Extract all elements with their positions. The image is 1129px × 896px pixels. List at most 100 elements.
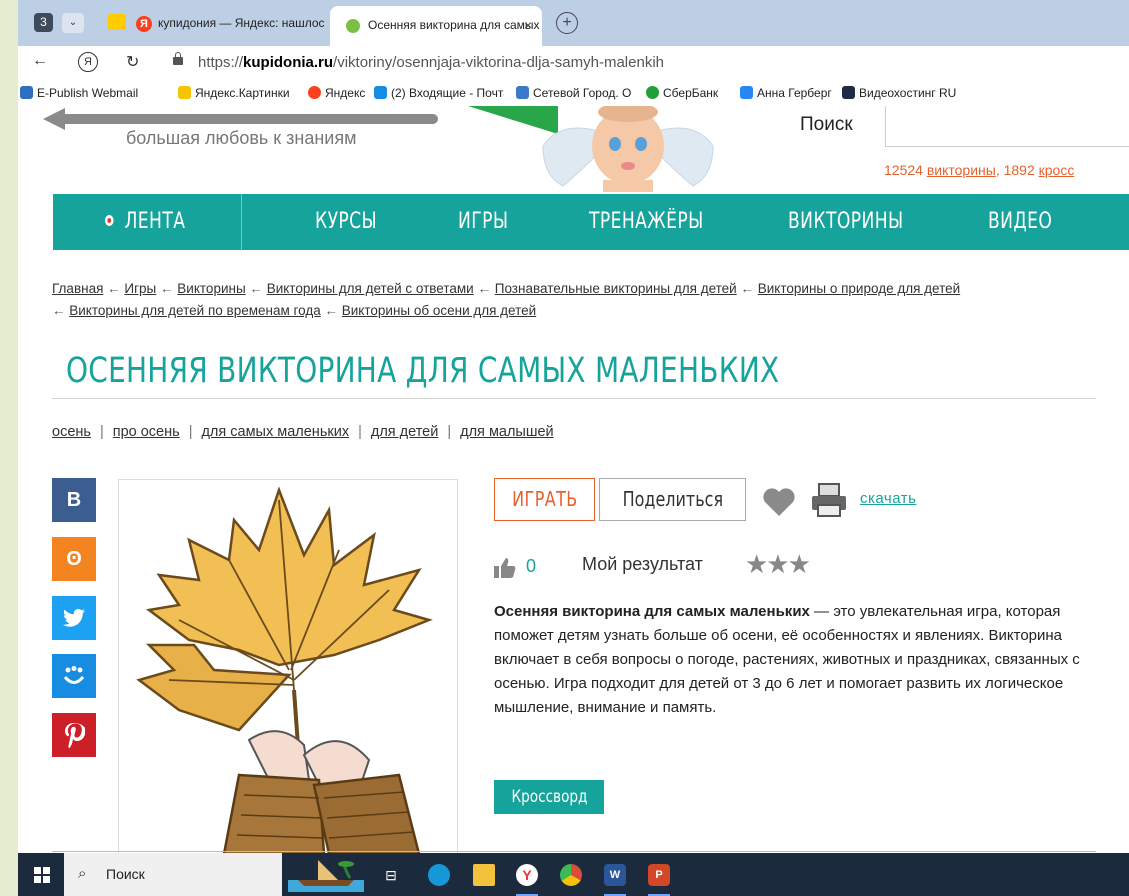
share-pinterest-button[interactable]: [52, 713, 96, 757]
site-favicon-icon: [346, 18, 360, 33]
breadcrumb-nature[interactable]: Викторины о природе для детей: [758, 281, 960, 296]
back-arrow-icon[interactable]: ←: [32, 52, 48, 70]
result-stars: ★★★: [745, 549, 811, 579]
share-odnoklassniki-button[interactable]: ʘ: [52, 537, 96, 581]
breadcrumb-educational[interactable]: Познавательные викторины для детей: [495, 281, 737, 296]
url-field[interactable]: https://kupidonia.ru/viktoriny/osennjaja…: [198, 54, 664, 71]
my-result-label: Мой результат: [582, 554, 703, 574]
breadcrumb-games[interactable]: Игры: [124, 281, 156, 296]
close-tab-icon[interactable]: ×: [524, 6, 532, 44]
menu-item-quizzes[interactable]: ВИКТОРИНЫ: [788, 194, 904, 250]
windows-taskbar: ⌕ Поиск ⊟ Y W P: [18, 853, 1129, 896]
menu-item-trainers[interactable]: ТРЕНАЖЁРЫ: [589, 194, 704, 250]
print-icon[interactable]: [810, 483, 848, 517]
breadcrumb-autumn[interactable]: Викторины об осени для детей: [342, 303, 536, 318]
record-dot-icon: [105, 215, 114, 226]
stats-quizzes-link[interactable]: викторины: [927, 162, 996, 178]
windows-start-icon[interactable]: [34, 867, 50, 883]
share-button[interactable]: Поделиться: [599, 478, 746, 521]
screen: 3 ⌄ Якупидония — Яндекс: нашлось Осенняя…: [18, 0, 1129, 896]
tag-link[interactable]: про осень: [113, 424, 180, 440]
taskbar-boat-image: [288, 860, 364, 892]
tag-link[interactable]: осень: [52, 424, 91, 440]
breadcrumb: Главная ← Игры ← Викторины ← Викторины д…: [52, 281, 961, 318]
search-icon: ⌕: [78, 865, 87, 882]
bookmark-epublish[interactable]: E-Publish Webmail: [20, 86, 138, 100]
tag-list: осень | про осень | для самых маленьких | для …: [52, 424, 554, 440]
bookmark-sberbank[interactable]: СберБанк: [646, 86, 718, 100]
crossword-button[interactable]: Кроссворд: [494, 780, 604, 814]
sberbank-icon: [646, 86, 659, 99]
main-menu: ЛЕНТА КУРСЫ ИГРЫ ТРЕНАЖЁРЫ ВИКТОРИНЫ ВИД…: [53, 194, 1129, 250]
yandex-images-tab-icon[interactable]: [108, 14, 126, 30]
favorite-heart-icon[interactable]: [762, 487, 796, 517]
breadcrumb-quizzes[interactable]: Викторины: [177, 281, 245, 296]
play-button[interactable]: ИГРАТЬ: [494, 478, 595, 521]
twitter-bird-icon: [63, 608, 85, 627]
powerpoint-icon[interactable]: P: [648, 864, 670, 886]
menu-item-feed[interactable]: ЛЕНТА: [105, 194, 185, 250]
bookmark-school[interactable]: Сетевой Город. О: [516, 86, 640, 100]
yandex-icon: Я: [136, 15, 152, 32]
quiz-description: Осенняя викторина для самых маленьких — …: [494, 603, 1080, 716]
new-tab-button[interactable]: +: [556, 12, 578, 34]
breadcrumb-kids-quizzes[interactable]: Викторины для детей с ответами: [267, 281, 474, 296]
tab-menu-chevron-icon[interactable]: ⌄: [62, 13, 84, 33]
quiz-illustration-maple-leaf: [118, 479, 458, 853]
taskbar-search-input[interactable]: ⌕ Поиск: [64, 853, 282, 896]
maple-leaf-in-hands-image: [136, 486, 433, 853]
menu-item-courses[interactable]: КУРСЫ: [315, 194, 377, 250]
download-link[interactable]: скачать: [860, 490, 916, 507]
yandex-images-icon: [178, 86, 191, 99]
tag-link[interactable]: для детей: [371, 424, 439, 440]
menu-item-video[interactable]: ВИДЕО: [988, 194, 1052, 250]
tab-count-badge[interactable]: 3: [34, 13, 53, 32]
yandex-home-icon[interactable]: Я: [78, 52, 98, 72]
breadcrumb-seasons[interactable]: Викторины для детей по временам года: [69, 303, 320, 318]
title-divider: [52, 398, 1096, 399]
site-tagline: большая любовь к знаниям: [126, 128, 357, 148]
vk-icon: B: [66, 489, 82, 511]
yandex-icon: [308, 86, 321, 99]
bookmark-mail[interactable]: (2) Входящие - Почта: [374, 86, 504, 100]
school-icon: [516, 86, 529, 99]
menu-divider: [241, 194, 242, 250]
bookmarks-bar: E-Publish Webmail Яндекс.Картинки Яндекс…: [18, 80, 1129, 107]
pinterest-icon: [65, 723, 86, 749]
mail-icon: [374, 86, 387, 99]
tag-link[interactable]: для малышей: [460, 424, 554, 440]
tab-active-quiz[interactable]: Осенняя викторина для самых маленьких×: [330, 6, 542, 46]
task-view-icon[interactable]: ⊟: [380, 864, 402, 886]
reload-icon[interactable]: ↻: [126, 52, 139, 72]
search-input[interactable]: [885, 106, 1129, 147]
tab-yandex-search[interactable]: Якупидония — Яндекс: нашлось: [136, 8, 324, 38]
edge-browser-icon[interactable]: [428, 864, 450, 886]
menu-item-games[interactable]: ИГРЫ: [458, 194, 508, 250]
file-explorer-icon[interactable]: [473, 864, 495, 886]
tag-link[interactable]: для самых маленьких: [201, 424, 349, 440]
breadcrumb-home[interactable]: Главная: [52, 281, 103, 296]
logo-arrow-shaft: [58, 114, 438, 124]
share-mymail-button[interactable]: [52, 654, 96, 698]
bookmark-vk[interactable]: Анна Герберг: [740, 86, 832, 100]
search-label: Поиск: [800, 114, 853, 135]
mymail-smile-icon: [63, 666, 85, 684]
word-icon[interactable]: W: [604, 864, 626, 886]
epublish-icon: [20, 86, 33, 99]
web-page: большая любовь к знаниям Поиск 12524 вик…: [18, 106, 1129, 853]
bookmark-yandex-images[interactable]: Яндекс.Картинки: [178, 86, 290, 100]
share-twitter-button[interactable]: [52, 596, 96, 640]
chrome-icon[interactable]: [560, 864, 582, 886]
site-stats: 12524 викторины, 1892 кросс: [884, 162, 1075, 178]
yandex-browser-icon[interactable]: Y: [516, 864, 538, 886]
bookmark-videohost[interactable]: Видеохостинг RU: [842, 86, 1022, 100]
cupid-baby-image: [542, 106, 714, 192]
like-count: 0: [526, 556, 537, 576]
stats-crosswords-link[interactable]: кросс: [1039, 162, 1075, 178]
lock-icon[interactable]: [173, 52, 183, 65]
content-divider: [52, 851, 1096, 852]
like-thumb-icon[interactable]: [494, 558, 516, 578]
share-vk-button[interactable]: B: [52, 478, 96, 522]
vk-icon: [740, 86, 753, 99]
bookmark-yandex[interactable]: Яндекс: [308, 86, 365, 100]
